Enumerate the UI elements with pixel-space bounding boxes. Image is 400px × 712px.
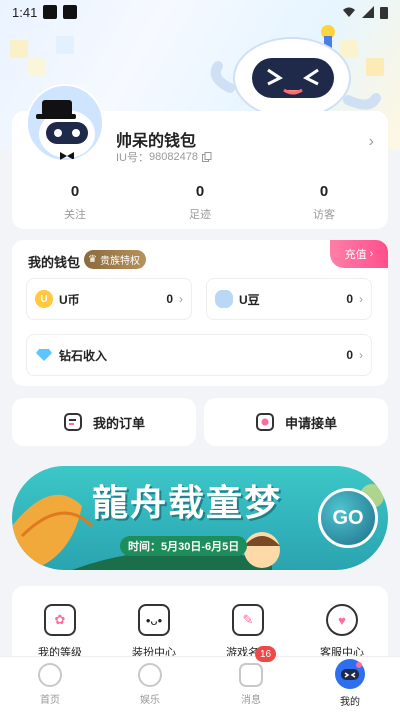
stat-value: 0 bbox=[319, 183, 329, 200]
wifi-icon bbox=[343, 7, 355, 17]
chevron-right-icon: › bbox=[359, 348, 363, 362]
signal-icon bbox=[362, 6, 374, 18]
chevron-right-icon: › bbox=[179, 292, 183, 306]
copy-icon[interactable] bbox=[201, 152, 212, 162]
service-dressup-center[interactable]: •ᴗ• 装扮中心 bbox=[114, 604, 194, 660]
home-icon bbox=[38, 663, 62, 687]
bean-icon bbox=[215, 290, 233, 308]
tab-label: 消息 bbox=[241, 695, 261, 706]
user-id: IU号： 98082478 bbox=[116, 149, 212, 165]
wallet-item-ubean[interactable]: U豆 0 › bbox=[206, 278, 372, 320]
tab-messages[interactable]: 消息 bbox=[211, 663, 291, 706]
message-icon bbox=[239, 663, 263, 687]
tab-label: 娱乐 bbox=[140, 695, 160, 706]
service-customer-service[interactable]: ♥ 客服中心 bbox=[302, 604, 382, 660]
wallet-item-label: U豆 bbox=[239, 292, 260, 307]
wallet-item-label: 钻石收入 bbox=[59, 348, 108, 363]
wallet-item-value: 0 bbox=[166, 292, 173, 306]
vip-privilege-badge[interactable]: ♛ 贵族特权 bbox=[84, 250, 146, 269]
decor-square bbox=[56, 36, 74, 54]
status-icons bbox=[342, 6, 388, 19]
diamond-icon bbox=[35, 346, 53, 364]
robot-face-icon bbox=[341, 662, 362, 680]
stat-visitors[interactable]: 0 访客 bbox=[274, 183, 374, 222]
wallet-item-ucoin[interactable]: U U币 0 › bbox=[26, 278, 192, 320]
my-orders-button[interactable]: 我的订单 bbox=[12, 398, 196, 446]
recharge-label: 充值 bbox=[344, 249, 367, 261]
apply-icon bbox=[255, 413, 274, 431]
vip-badge-label: 贵族特权 bbox=[99, 256, 140, 267]
wallet-title: 我的钱包 bbox=[28, 255, 81, 270]
battery-icon bbox=[380, 6, 388, 19]
planet-icon bbox=[138, 663, 162, 687]
mine-robot-icon bbox=[335, 659, 365, 689]
user-name: 帅呆的钱包 bbox=[116, 133, 197, 150]
stat-label: 访客 bbox=[313, 209, 335, 221]
avatar[interactable] bbox=[26, 84, 104, 162]
notification-icon bbox=[63, 5, 78, 19]
order-icon bbox=[63, 413, 82, 431]
dragon-boat-banner[interactable]: 龍舟载童梦 时间：5月30日-6月5日 GO bbox=[12, 466, 388, 570]
service-my-level[interactable]: ✿ 我的等级 bbox=[20, 604, 100, 660]
chevron-right-icon: › bbox=[369, 248, 374, 260]
banner-title: 龍舟载童梦 bbox=[92, 482, 283, 524]
chevron-right-icon[interactable]: › bbox=[369, 133, 374, 151]
bottom-tab-bar: 首页 娱乐 消息 我的 bbox=[0, 656, 400, 712]
stat-label: 足迹 bbox=[189, 209, 211, 221]
wallet-card: 我的钱包 ♛ 贵族特权 充值 › U U币 0 › U豆 0 › 钻石收入 0 … bbox=[12, 240, 388, 386]
status-time: 1:41 bbox=[12, 4, 38, 20]
crown-icon: ♛ bbox=[88, 254, 97, 265]
service-game-card[interactable]: ✎ 游戏名片 bbox=[208, 604, 288, 660]
uid-label: IU号： bbox=[116, 152, 149, 164]
apply-orders-label: 申请接单 bbox=[284, 415, 337, 431]
wallet-item-value: 0 bbox=[346, 292, 353, 306]
message-count-badge: 16 bbox=[255, 646, 277, 662]
decor-square bbox=[28, 58, 46, 76]
wallet-item-diamond-income[interactable]: 钻石收入 0 › bbox=[26, 334, 372, 376]
recharge-button[interactable]: 充值 › bbox=[330, 240, 388, 268]
stat-value: 0 bbox=[195, 183, 205, 200]
tab-label: 首页 bbox=[40, 695, 60, 706]
wallet-item-label: U币 bbox=[59, 292, 80, 307]
tab-home[interactable]: 首页 bbox=[10, 663, 90, 706]
notification-icon bbox=[43, 5, 58, 19]
stat-footprints[interactable]: 0 足迹 bbox=[150, 183, 250, 222]
coin-icon: U bbox=[35, 290, 53, 308]
tab-label: 我的 bbox=[340, 697, 360, 708]
wallet-item-value: 0 bbox=[346, 348, 353, 362]
banner-date: 时间：5月30日-6月5日 bbox=[120, 536, 248, 556]
tab-entertainment[interactable]: 娱乐 bbox=[110, 663, 190, 706]
level-icon: ✿ bbox=[44, 604, 76, 636]
stat-value: 0 bbox=[70, 183, 80, 200]
apply-orders-button[interactable]: 申请接单 bbox=[204, 398, 388, 446]
tab-mine[interactable]: 我的 bbox=[310, 659, 390, 708]
game-card-icon: ✎ bbox=[232, 604, 264, 636]
decor-square bbox=[10, 40, 28, 58]
dressup-icon: •ᴗ• bbox=[138, 604, 170, 636]
chevron-right-icon: › bbox=[359, 292, 363, 306]
customer-service-icon: ♥ bbox=[326, 604, 358, 636]
stat-label: 关注 bbox=[64, 209, 86, 221]
my-orders-label: 我的订单 bbox=[92, 415, 145, 431]
stat-following[interactable]: 0 关注 bbox=[25, 183, 125, 222]
uid-value: 98082478 bbox=[149, 151, 198, 163]
go-button[interactable]: GO bbox=[318, 488, 378, 548]
